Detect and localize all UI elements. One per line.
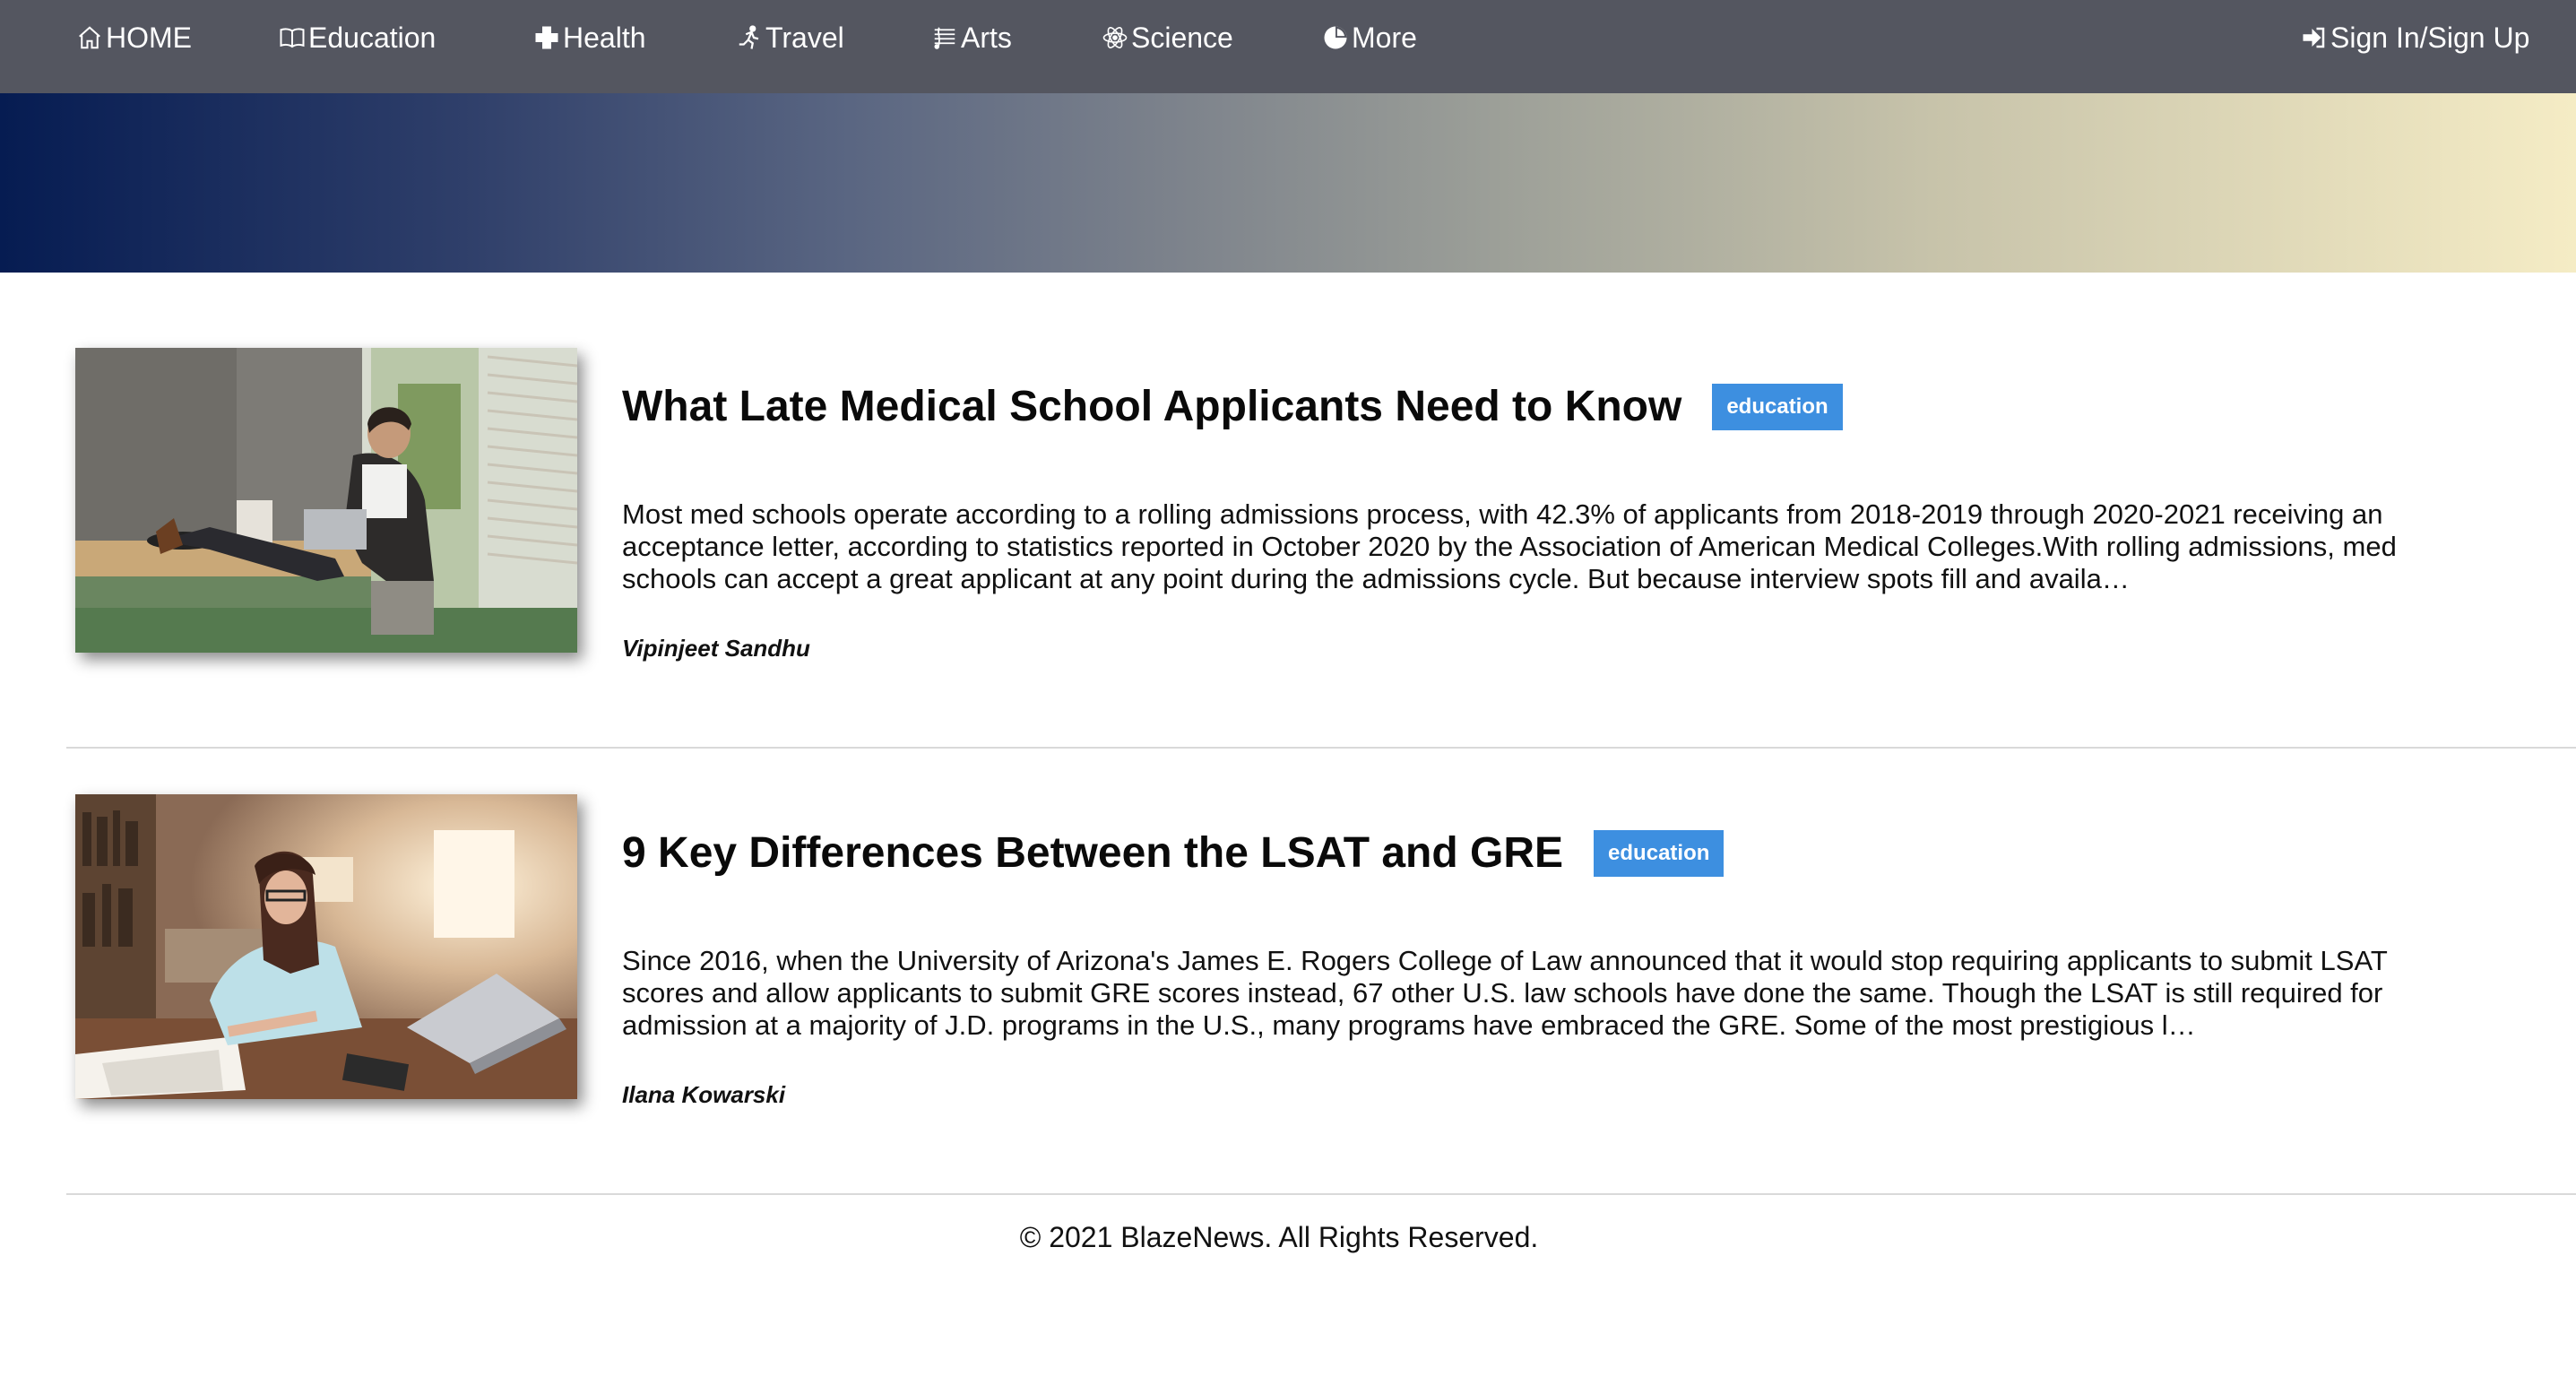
nav-travel[interactable]: Travel (735, 18, 844, 57)
article-excerpt: Most med schools operate according to a … (622, 498, 2415, 595)
article-thumbnail[interactable] (75, 794, 577, 1099)
hero-banner (0, 93, 2576, 273)
nav-health[interactable]: Health (532, 18, 646, 57)
article-header: 9 Key Differences Between the LSAT and G… (622, 828, 1725, 878)
category-badge[interactable]: education (1712, 383, 1843, 430)
article-thumbnail[interactable] (75, 348, 577, 653)
article-card: 9 Key Differences Between the LSAT and G… (0, 794, 2576, 1194)
category-badge[interactable]: education (1594, 829, 1725, 877)
nav-science[interactable]: Science (1101, 18, 1233, 57)
article-author: Ilana Kowarski (622, 1081, 786, 1108)
nav-more[interactable]: More (1321, 18, 1417, 57)
top-navbar: HOME Education Health Travel Arts Scienc… (0, 0, 2576, 93)
woman-studying-photo (75, 794, 577, 1099)
nav-science-label: Science (1131, 21, 1233, 54)
nav-health-label: Health (563, 21, 646, 54)
sign-in-icon (2300, 23, 2329, 52)
nav-education-label: Education (308, 21, 437, 54)
article-divider (66, 1193, 2576, 1195)
book-icon (278, 23, 307, 52)
article-title[interactable]: 9 Key Differences Between the LSAT and G… (622, 828, 1563, 878)
plus-icon (532, 23, 561, 52)
nav-arts-label: Arts (961, 21, 1012, 54)
nav-education[interactable]: Education (278, 18, 436, 57)
nav-more-label: More (1352, 21, 1417, 54)
article-excerpt-text: Since 2016, when the University of Arizo… (622, 945, 2388, 1041)
nav-home[interactable]: HOME (75, 18, 192, 57)
atom-icon (1101, 23, 1129, 52)
article-card: What Late Medical School Applicants Need… (0, 348, 2576, 748)
man-with-laptop-photo (75, 348, 577, 653)
article-excerpt-text: Most med schools operate according to a … (622, 498, 2397, 594)
article-author: Vipinjeet Sandhu (622, 635, 810, 662)
sign-in-link[interactable]: Sign In/Sign Up (2300, 18, 2529, 57)
article-divider (66, 747, 2576, 749)
home-icon (75, 23, 104, 52)
article-excerpt: Since 2016, when the University of Arizo… (622, 945, 2415, 1042)
music-icon (930, 23, 959, 52)
pie-icon (1321, 23, 1350, 52)
runner-icon (735, 23, 764, 52)
footer-copyright: © 2021 BlazeNews. All Rights Reserved. (1019, 1221, 1539, 1253)
nav-arts[interactable]: Arts (930, 18, 1012, 57)
nav-travel-label: Travel (765, 21, 844, 54)
nav-home-label: HOME (106, 21, 192, 54)
sign-in-label: Sign In/Sign Up (2330, 21, 2530, 54)
article-header: What Late Medical School Applicants Need… (622, 382, 1843, 431)
article-title[interactable]: What Late Medical School Applicants Need… (622, 382, 1681, 431)
